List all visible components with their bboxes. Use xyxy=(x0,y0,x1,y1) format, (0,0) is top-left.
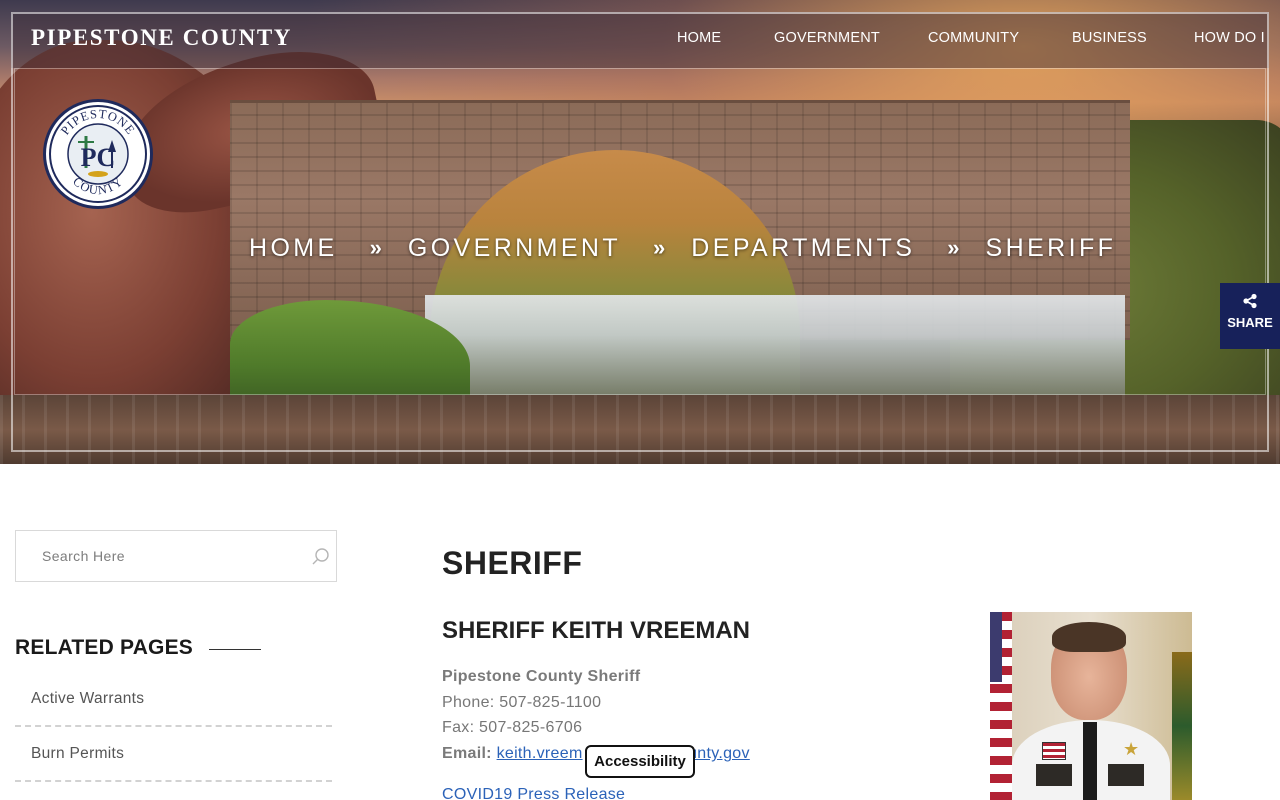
search-box xyxy=(15,530,337,582)
photo-flag-canton xyxy=(990,612,1002,682)
breadcrumb-home[interactable]: HOME xyxy=(249,234,338,263)
breadcrumb-government[interactable]: GOVERNMENT xyxy=(408,234,621,263)
county-seal-logo[interactable]: PIPESTONE COUNTY PC xyxy=(43,99,153,209)
photo-flag-patch xyxy=(1042,742,1066,760)
photo-tie xyxy=(1083,722,1097,800)
email-link-start: keith.vreem xyxy=(496,745,583,763)
page-title: SHERIFF xyxy=(442,545,583,581)
share-label: SHARE xyxy=(1227,315,1273,330)
breadcrumb-separator: » xyxy=(653,235,666,260)
related-pages-heading: RELATED PAGES xyxy=(15,636,194,659)
county-seal-graphic: PIPESTONE COUNTY PC xyxy=(49,105,147,203)
sheriff-name-heading: SHERIFF KEITH VREEMAN xyxy=(442,617,751,644)
photo-pocket-right xyxy=(1108,764,1144,786)
breadcrumb-current-sheriff: SHERIFF xyxy=(985,233,1117,262)
contact-fax: Fax: 507-825-6706 xyxy=(442,719,583,737)
accessibility-button[interactable]: Accessibility xyxy=(585,745,695,778)
sheriff-photo: ★ xyxy=(990,612,1192,800)
breadcrumb: HOME » GOVERNMENT » DEPARTMENTS » SHERIF… xyxy=(249,232,1116,264)
nav-how-do-i[interactable]: HOW DO I xyxy=(1194,30,1265,46)
breadcrumb-separator: » xyxy=(369,235,382,260)
related-page-burn-permits[interactable]: Burn Permits xyxy=(15,727,332,782)
photo-hair xyxy=(1052,622,1126,652)
related-page-active-warrants[interactable]: Active Warrants xyxy=(15,672,332,727)
hero-reflection xyxy=(0,395,1280,464)
photo-state-flag xyxy=(1172,652,1192,800)
share-icon xyxy=(1220,293,1280,311)
main-nav: HOME GOVERNMENT COMMUNITY BUSINESS HOW D… xyxy=(0,30,1280,50)
covid19-press-release-link[interactable]: COVID19 Press Release xyxy=(442,786,625,800)
star-badge-icon: ★ xyxy=(1123,739,1140,759)
breadcrumb-departments[interactable]: DEPARTMENTS xyxy=(691,234,915,263)
breadcrumb-separator: » xyxy=(947,235,960,260)
related-pages-list: Active Warrants Burn Permits xyxy=(15,672,332,782)
photo-pocket-left xyxy=(1036,764,1072,786)
nav-home[interactable]: HOME xyxy=(677,30,721,46)
hero-creek xyxy=(425,295,1125,395)
related-pages-divider xyxy=(209,649,261,650)
seal-monogram: PC xyxy=(81,143,116,172)
contact-phone: Phone: 507-825-1100 xyxy=(442,693,602,711)
search-input[interactable] xyxy=(16,531,286,581)
nav-community[interactable]: COMMUNITY xyxy=(928,30,1019,46)
contact-org-name: Pipestone County Sheriff xyxy=(442,668,641,685)
share-button[interactable]: SHARE xyxy=(1220,283,1280,349)
nav-government[interactable]: GOVERNMENT xyxy=(774,30,880,46)
contact-email-label: Email: xyxy=(442,745,492,763)
search-icon[interactable] xyxy=(311,547,331,567)
nav-business[interactable]: BUSINESS xyxy=(1072,30,1147,46)
hero-banner: PIPESTONE COUNTY HOME GOVERNMENT COMMUNI… xyxy=(0,0,1280,464)
